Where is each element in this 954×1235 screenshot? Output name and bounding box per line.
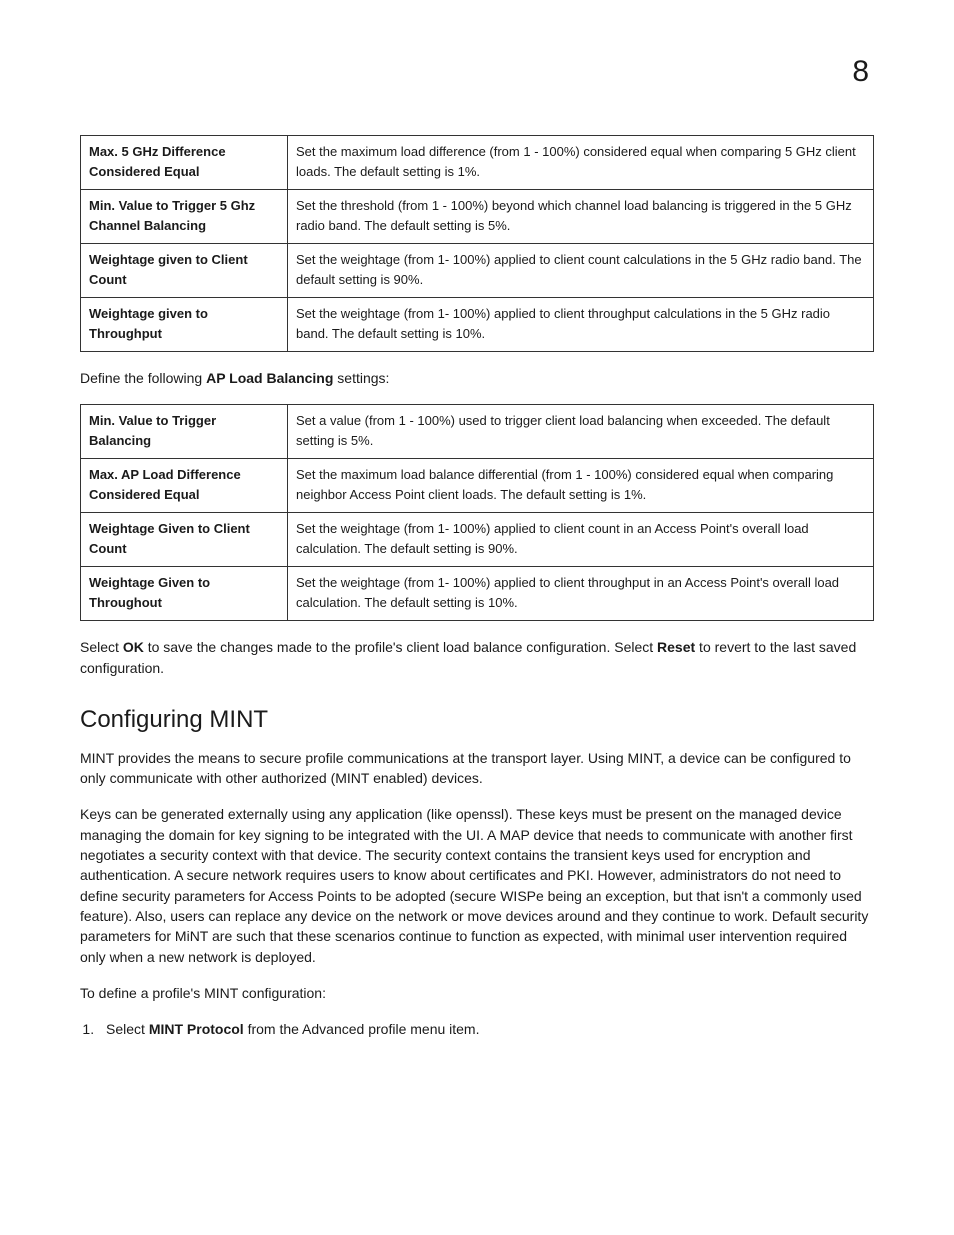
table-row: Weightage given to Client Count Set the … bbox=[81, 244, 874, 298]
setting-label: Weightage given to Throughput bbox=[81, 298, 288, 352]
setting-description: Set a value (from 1 - 100%) used to trig… bbox=[288, 405, 874, 459]
mint-paragraph-2: Keys can be generated externally using a… bbox=[80, 804, 874, 966]
step-bold: MINT Protocol bbox=[149, 1021, 244, 1037]
mid-paragraph: Define the following AP Load Balancing s… bbox=[80, 368, 874, 388]
table-row: Weightage Given to Throughout Set the we… bbox=[81, 567, 874, 621]
setting-label: Weightage given to Client Count bbox=[81, 244, 288, 298]
reset-label: Reset bbox=[657, 639, 695, 655]
setting-description: Set the weightage (from 1- 100%) applied… bbox=[288, 298, 874, 352]
mint-paragraph-3: To define a profile's MINT configuration… bbox=[80, 983, 874, 1003]
setting-label: Weightage Given to Client Count bbox=[81, 513, 288, 567]
step-text: from the Advanced profile menu item. bbox=[244, 1021, 480, 1037]
ok-reset-paragraph: Select OK to save the changes made to th… bbox=[80, 637, 874, 678]
ok-label: OK bbox=[123, 639, 144, 655]
setting-description: Set the maximum load balance differentia… bbox=[288, 459, 874, 513]
steps-list: Select MINT Protocol from the Advanced p… bbox=[80, 1019, 874, 1039]
table-row: Min. Value to Trigger 5 Ghz Channel Bala… bbox=[81, 190, 874, 244]
setting-label: Min. Value to Trigger Balancing bbox=[81, 405, 288, 459]
setting-description: Set the weightage (from 1- 100%) applied… bbox=[288, 513, 874, 567]
table-row: Min. Value to Trigger Balancing Set a va… bbox=[81, 405, 874, 459]
text-suffix: settings: bbox=[333, 370, 389, 386]
text-bold: AP Load Balancing bbox=[206, 370, 333, 386]
setting-description: Set the weightage (from 1- 100%) applied… bbox=[288, 244, 874, 298]
setting-description: Set the weightage (from 1- 100%) applied… bbox=[288, 567, 874, 621]
mint-paragraph-1: MINT provides the means to secure profil… bbox=[80, 748, 874, 789]
table-row: Weightage Given to Client Count Set the … bbox=[81, 513, 874, 567]
step-item: Select MINT Protocol from the Advanced p… bbox=[98, 1019, 874, 1039]
setting-description: Set the threshold (from 1 - 100%) beyond… bbox=[288, 190, 874, 244]
table-row: Max. 5 GHz Difference Considered Equal S… bbox=[81, 136, 874, 190]
table-row: Weightage given to Throughput Set the we… bbox=[81, 298, 874, 352]
setting-label: Max. AP Load Difference Considered Equal bbox=[81, 459, 288, 513]
table-row: Max. AP Load Difference Considered Equal… bbox=[81, 459, 874, 513]
setting-label: Max. 5 GHz Difference Considered Equal bbox=[81, 136, 288, 190]
setting-label: Weightage Given to Throughout bbox=[81, 567, 288, 621]
setting-description: Set the maximum load difference (from 1 … bbox=[288, 136, 874, 190]
page-content: Max. 5 GHz Difference Considered Equal S… bbox=[80, 135, 874, 1039]
text-part: to save the changes made to the profile'… bbox=[144, 639, 657, 655]
settings-table-2: Min. Value to Trigger Balancing Set a va… bbox=[80, 404, 874, 621]
document-page: 8 Max. 5 GHz Difference Considered Equal… bbox=[0, 0, 954, 1235]
page-number: 8 bbox=[852, 55, 869, 89]
settings-table-1: Max. 5 GHz Difference Considered Equal S… bbox=[80, 135, 874, 352]
text-part: Select bbox=[80, 639, 123, 655]
text-prefix: Define the following bbox=[80, 370, 206, 386]
setting-label: Min. Value to Trigger 5 Ghz Channel Bala… bbox=[81, 190, 288, 244]
step-text: Select bbox=[106, 1021, 149, 1037]
section-heading: Configuring MINT bbox=[80, 706, 874, 734]
